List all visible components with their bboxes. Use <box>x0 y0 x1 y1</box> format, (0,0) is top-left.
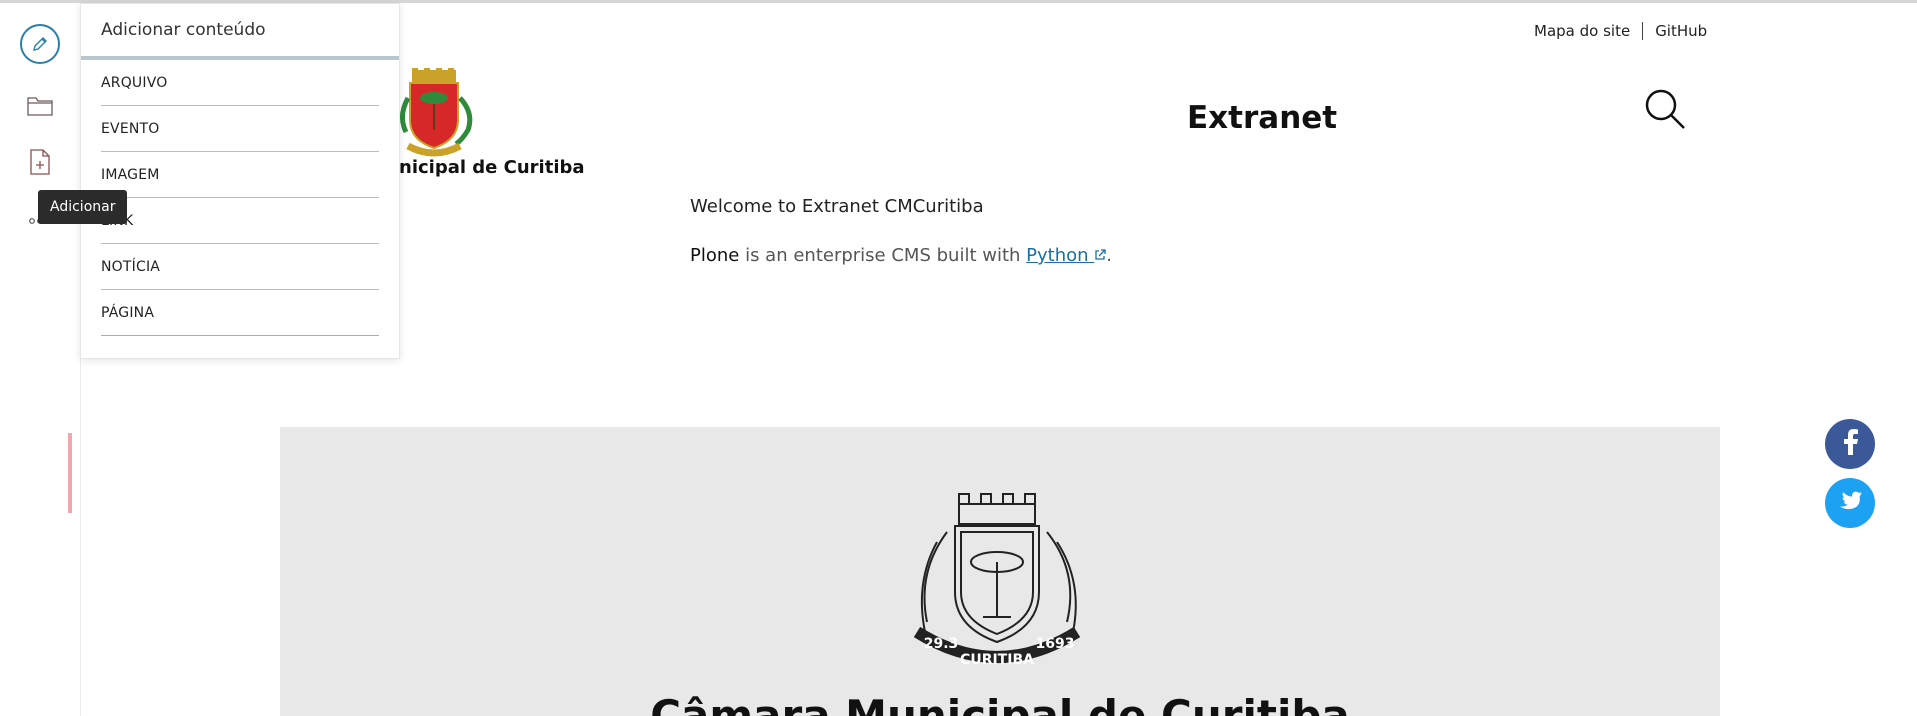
org-name[interactable]: nicipal de Curitiba <box>399 157 585 178</box>
add-content-menu: Adicionar conteúdo ARQUIVO EVENTO IMAGEM… <box>80 3 400 359</box>
crest-left-text: 29.3 <box>924 636 959 652</box>
pencil-icon <box>20 24 60 64</box>
add-tooltip: Adicionar <box>38 190 128 224</box>
add-content-list: ARQUIVO EVENTO IMAGEM LINK NOTÍCIA PÁGIN… <box>81 60 399 336</box>
add-file-icon <box>29 149 51 179</box>
menu-item-noticia[interactable]: NOTÍCIA <box>101 244 379 290</box>
search-button[interactable] <box>1642 86 1688 132</box>
sitemap-link[interactable]: Mapa do site <box>1534 22 1630 40</box>
folder-icon <box>27 95 53 121</box>
python-link[interactable]: Python <box>1026 245 1106 266</box>
menu-item-link[interactable]: LINK <box>101 198 379 244</box>
twitter-icon <box>1838 491 1862 515</box>
github-link[interactable]: GitHub <box>1655 22 1707 40</box>
plone-toolbar <box>0 3 81 716</box>
welcome-text: Welcome to Extranet CMCuritiba <box>690 196 984 217</box>
facebook-button[interactable] <box>1825 419 1875 469</box>
menu-item-evento[interactable]: EVENTO <box>101 106 379 152</box>
search-icon <box>1642 89 1688 136</box>
site-logo[interactable] <box>398 68 478 158</box>
contents-button[interactable] <box>15 85 65 131</box>
add-content-title: Adicionar conteúdo <box>81 4 399 60</box>
site-title: Extranet <box>1187 100 1338 136</box>
facebook-icon <box>1840 429 1860 459</box>
intro-strong: Plone <box>690 245 740 266</box>
banner-title: Câmara Municipal de Curitiba <box>650 691 1350 716</box>
edit-button[interactable] <box>15 21 65 67</box>
intro-text: Plone is an enterprise CMS built with Py… <box>690 245 1112 266</box>
python-link-label: Python <box>1026 245 1089 266</box>
intro-body: is an enterprise CMS built with <box>739 245 1027 266</box>
toolbar-indicator <box>68 433 72 513</box>
link-separator <box>1642 22 1644 40</box>
banner: 29.3 CURITIBA 1693 Câmara Municipal de C… <box>280 427 1720 716</box>
intro-end: . <box>1106 245 1113 266</box>
header-links: Mapa do site GitHub <box>1534 22 1707 40</box>
menu-item-pagina[interactable]: PÁGINA <box>101 290 379 336</box>
add-button[interactable] <box>15 141 65 187</box>
menu-item-arquivo[interactable]: ARQUIVO <box>101 60 379 106</box>
crest-right-text: 1693 <box>1036 636 1075 652</box>
external-link-icon <box>1094 245 1106 266</box>
crest-ribbon-text: CURITIBA <box>960 652 1034 668</box>
menu-item-imagem[interactable]: IMAGEM <box>101 152 379 198</box>
crest-emblem: 29.3 CURITIBA 1693 <box>913 493 1081 668</box>
twitter-button[interactable] <box>1825 478 1875 528</box>
